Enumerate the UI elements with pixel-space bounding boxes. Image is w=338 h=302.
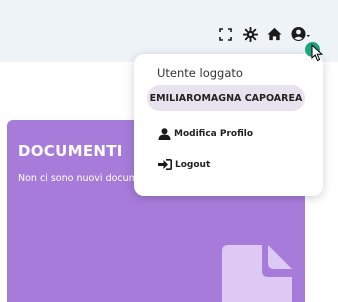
settings-icon[interactable] xyxy=(241,25,259,43)
document-icon xyxy=(222,245,292,302)
home-icon[interactable] xyxy=(265,25,283,43)
mouse-pointer-icon xyxy=(311,44,324,62)
user-icon xyxy=(158,128,171,140)
logout-menu-item[interactable]: Logout xyxy=(158,159,210,170)
edit-profile-menu-item[interactable]: Modifica Profilo xyxy=(158,128,253,140)
edit-profile-label: Modifica Profilo xyxy=(174,129,254,139)
logout-label: Logout xyxy=(175,159,211,170)
logged-user-label: Utente loggato xyxy=(157,66,243,80)
logout-icon xyxy=(158,159,172,170)
user-menu-toggle[interactable] xyxy=(290,25,312,43)
fullscreen-icon[interactable] xyxy=(216,25,234,43)
card-title: DOCUMENTI xyxy=(18,142,123,160)
top-bar xyxy=(0,0,338,62)
user-dropdown-menu: Utente loggato EMILIAROMAGNA CAPOAREA Mo… xyxy=(134,54,323,196)
username-badge: EMILIAROMAGNA CAPOAREA xyxy=(147,85,305,111)
